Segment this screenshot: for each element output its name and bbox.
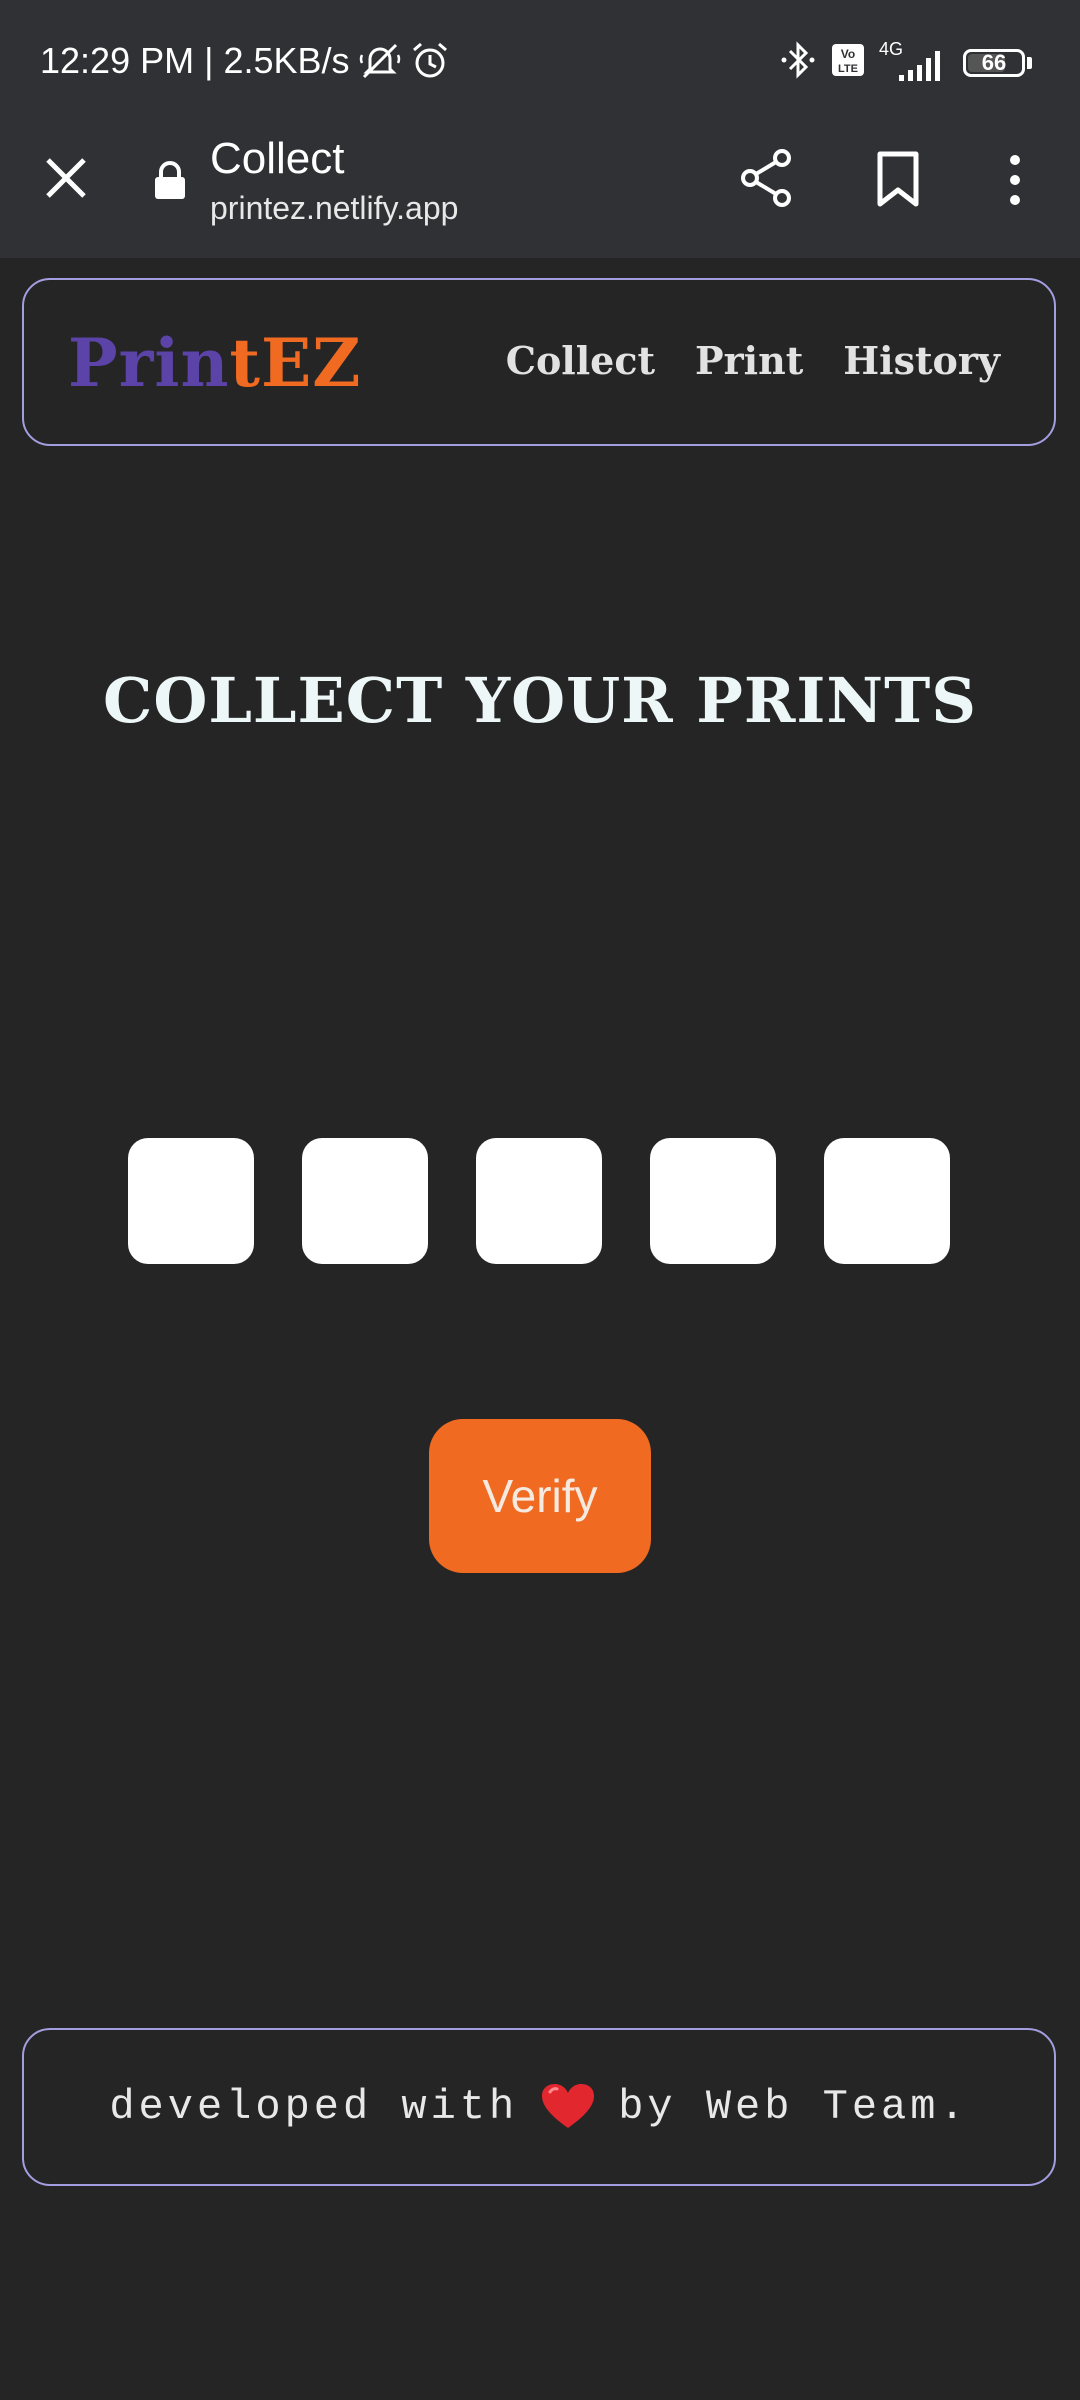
- share-icon[interactable]: [738, 148, 794, 208]
- lock-icon: [152, 160, 188, 200]
- footer: developed with by Web Team.: [22, 2028, 1056, 2186]
- logo-part-tez: tEZ: [229, 324, 362, 402]
- bookmark-icon[interactable]: [874, 150, 922, 208]
- code-input-4[interactable]: [650, 1138, 776, 1264]
- verify-button[interactable]: Verify: [429, 1419, 651, 1573]
- signal-icon: 4G: [879, 39, 949, 83]
- code-input-2[interactable]: [302, 1138, 428, 1264]
- logo[interactable]: PrintEZ: [68, 324, 361, 402]
- site-navbar: PrintEZ Collect Print History: [22, 278, 1056, 446]
- code-inputs: [128, 1138, 950, 1264]
- nav-links: Collect Print History: [466, 338, 1000, 383]
- browser-toolbar: Collect printez.netlify.app: [0, 128, 1080, 258]
- svg-text:Vo: Vo: [841, 47, 855, 61]
- battery-body: 66: [963, 48, 1025, 77]
- status-right: Vo LTE 4G 66: [765, 39, 1032, 85]
- close-icon[interactable]: [40, 152, 92, 204]
- status-left: 12:29 PM | 2.5KB/s: [40, 40, 450, 82]
- code-input-5[interactable]: [824, 1138, 950, 1264]
- battery-icon: 66: [963, 48, 1032, 77]
- status-bar: 12:29 PM | 2.5KB/s Vo LTE 4G 66: [0, 0, 1080, 128]
- logo-part-prin: Prin: [68, 324, 230, 402]
- nav-link-print[interactable]: Print: [695, 338, 803, 383]
- code-input-3[interactable]: [476, 1138, 602, 1264]
- page-heading: COLLECT YOUR PRINTS: [102, 664, 978, 737]
- alarm-icon: [410, 41, 450, 81]
- page-url[interactable]: printez.netlify.app: [210, 190, 458, 227]
- footer-text-after: by Web Team.: [618, 2083, 969, 2131]
- footer-text-before: developed with: [109, 2083, 519, 2131]
- code-input-1[interactable]: [128, 1138, 254, 1264]
- battery-level: 66: [981, 49, 1007, 75]
- page-title: Collect: [210, 134, 345, 183]
- nav-link-collect[interactable]: Collect: [506, 338, 655, 383]
- volte-icon: Vo LTE: [831, 43, 865, 82]
- bluetooth-icon: [779, 40, 817, 85]
- status-time-speed: 12:29 PM | 2.5KB/s: [40, 40, 350, 81]
- mute-bell-icon: [358, 41, 402, 81]
- svg-text:LTE: LTE: [838, 63, 858, 75]
- nav-link-history[interactable]: History: [843, 338, 1000, 383]
- heart-icon: [540, 2082, 596, 2132]
- more-icon[interactable]: [1000, 150, 1030, 210]
